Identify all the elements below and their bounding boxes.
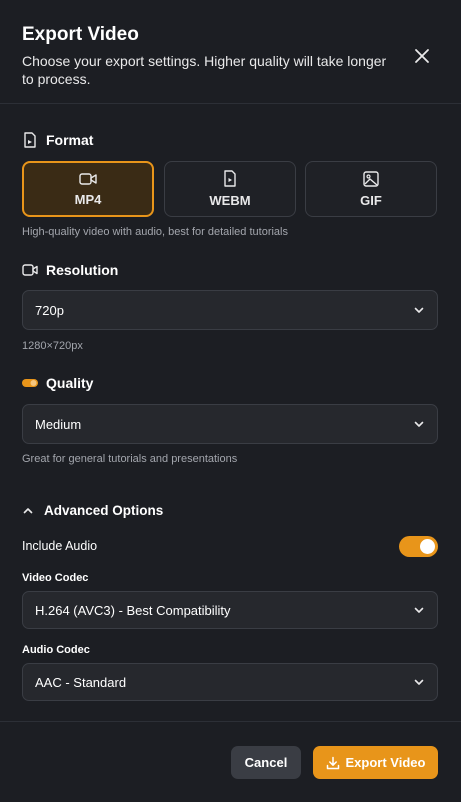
quality-section-label: Quality xyxy=(22,375,93,391)
resolution-label: Resolution xyxy=(46,262,119,278)
format-option-label: MP4 xyxy=(74,191,102,207)
footer-divider xyxy=(0,721,461,722)
export-button-label: Export Video xyxy=(345,755,426,770)
close-button[interactable] xyxy=(410,44,434,68)
resolution-value: 720p xyxy=(35,302,64,318)
switch-knob xyxy=(420,539,435,554)
export-dialog: Export Video Choose your export settings… xyxy=(0,0,461,802)
quality-label: Quality xyxy=(46,375,94,391)
chevron-down-icon xyxy=(414,421,424,427)
export-video-button[interactable]: Export Video xyxy=(313,746,438,779)
quality-select[interactable]: Medium xyxy=(22,404,438,444)
quality-value: Medium xyxy=(35,416,82,432)
format-option-mp4[interactable]: MP4 xyxy=(22,161,154,217)
dialog-header: Export Video Choose your export settings… xyxy=(0,0,461,104)
video-codec-select[interactable]: H.264 (AVC3) - Best Compatibility xyxy=(22,591,438,629)
file-icon xyxy=(22,132,38,148)
format-section-label: Format xyxy=(22,132,93,148)
resolution-select[interactable]: 720p xyxy=(22,290,438,330)
chevron-down-icon xyxy=(414,307,424,313)
video-camera-icon xyxy=(22,262,38,278)
format-option-webm[interactable]: WEBM xyxy=(164,161,296,217)
audio-codec-value: AAC - Standard xyxy=(35,674,127,690)
video-codec-value: H.264 (AVC3) - Best Compatibility xyxy=(35,602,231,618)
include-audio-label: Include Audio xyxy=(22,539,98,553)
video-camera-icon xyxy=(79,172,97,185)
download-icon xyxy=(326,756,339,769)
format-hint: High-quality video with audio, best for … xyxy=(22,226,288,238)
chevron-down-icon xyxy=(414,607,424,613)
image-icon xyxy=(363,170,379,187)
format-option-label: GIF xyxy=(360,192,382,208)
format-option-label: WEBM xyxy=(209,193,251,208)
audio-codec-label: Audio Codec xyxy=(22,644,90,656)
video-codec-label: Video Codec xyxy=(22,572,89,584)
chevron-down-icon xyxy=(414,679,424,685)
advanced-options-toggle[interactable]: Advanced Options xyxy=(22,503,163,518)
close-icon xyxy=(415,49,429,63)
chevron-up-icon xyxy=(23,507,33,513)
video-file-icon xyxy=(224,170,236,187)
format-label: Format xyxy=(46,132,94,148)
dialog-subtitle: Choose your export settings. Higher qual… xyxy=(22,53,387,87)
format-option-gif[interactable]: GIF xyxy=(305,161,437,217)
audio-codec-select[interactable]: AAC - Standard xyxy=(22,663,438,701)
resolution-hint: 1280×720px xyxy=(22,340,83,352)
cancel-button-label: Cancel xyxy=(244,755,288,770)
toggle-icon xyxy=(22,375,38,391)
include-audio-switch[interactable] xyxy=(399,536,438,557)
advanced-options-label: Advanced Options xyxy=(44,503,164,518)
cancel-button[interactable]: Cancel xyxy=(231,746,301,779)
dialog-title: Export Video xyxy=(22,24,139,45)
resolution-section-label: Resolution xyxy=(22,262,118,278)
quality-hint: Great for general tutorials and presenta… xyxy=(22,453,238,465)
